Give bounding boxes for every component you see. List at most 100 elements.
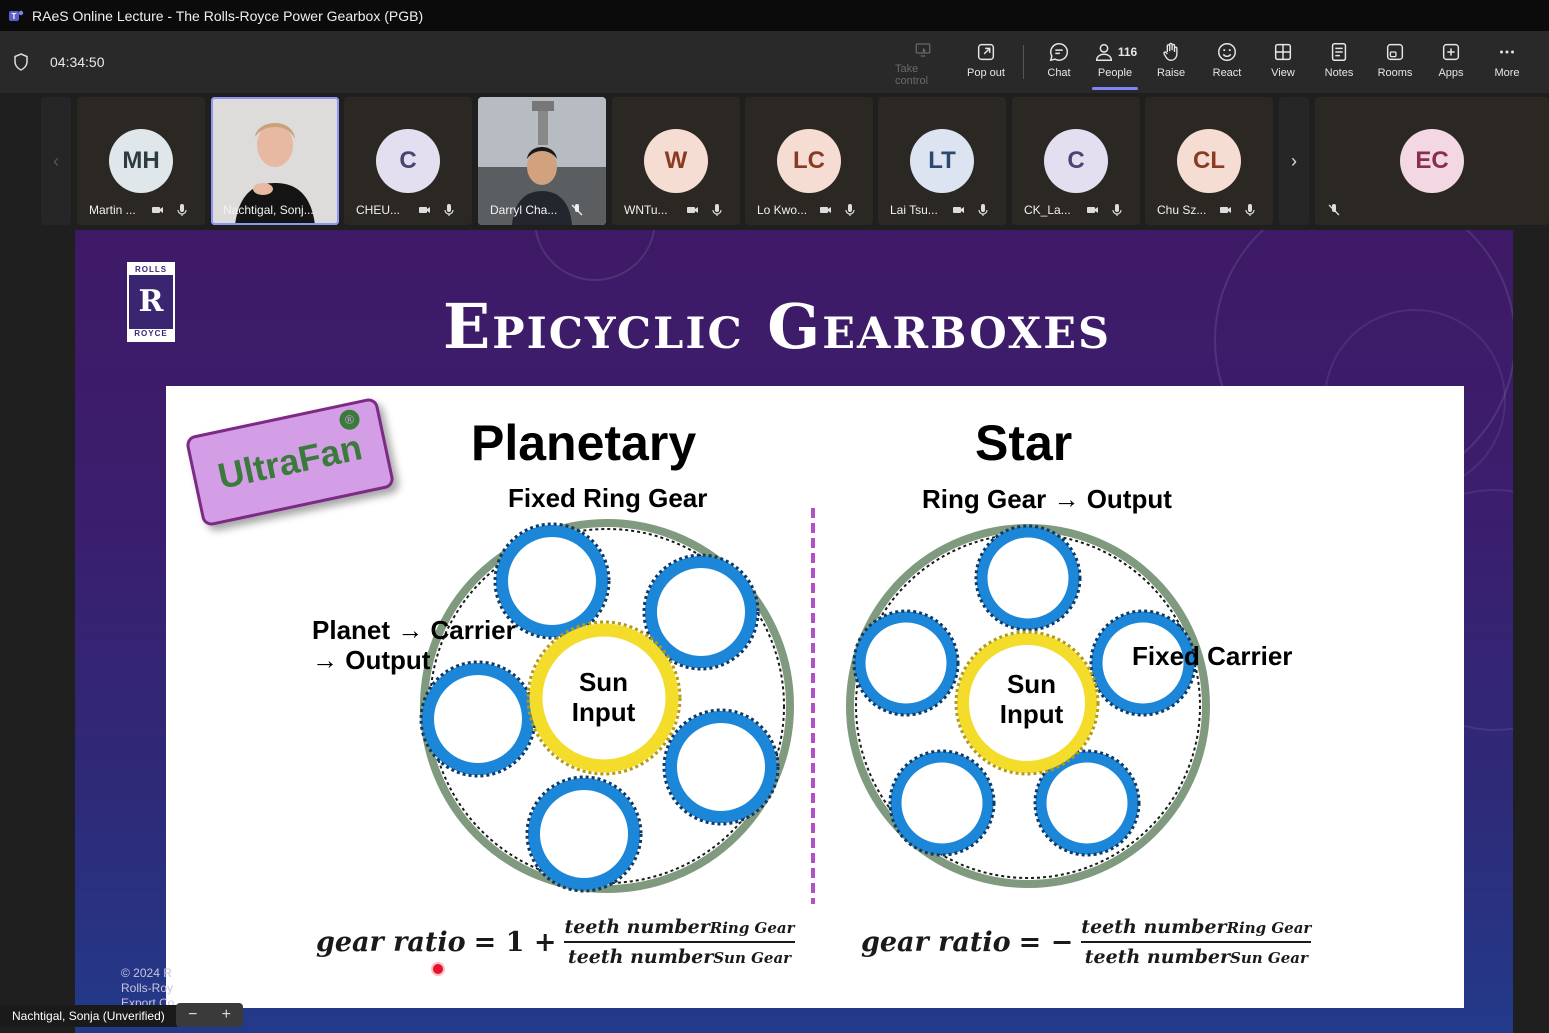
mic-icon xyxy=(1112,204,1122,216)
apps-icon xyxy=(1442,43,1460,61)
star-planet-gear xyxy=(888,749,996,857)
laser-pointer xyxy=(433,964,443,974)
meeting-toolbar: 04:34:50 Take control Pop out Chat 116 P… xyxy=(0,31,1549,93)
rooms-icon xyxy=(1386,43,1404,61)
star-planet-gear xyxy=(852,609,960,717)
react-button[interactable]: React xyxy=(1199,41,1255,87)
fixed-ring-gear-label: Fixed Ring Gear xyxy=(508,483,708,513)
presenter-name-label: Nachtigal, Sonja (Unverified) xyxy=(0,1005,177,1027)
participant-tile[interactable]: LC Lo Kwo... xyxy=(745,97,873,225)
apps-button[interactable]: Apps xyxy=(1423,41,1479,87)
notes-button[interactable]: Notes xyxy=(1311,41,1367,87)
mic-icon xyxy=(845,204,855,216)
raise-hand-icon xyxy=(1163,42,1178,61)
strip-prev-button[interactable]: ‹ xyxy=(41,97,71,225)
planet-carrier-output-label: Planet → Carrier → Output xyxy=(312,615,516,675)
participant-tile[interactable]: MH Martin ... xyxy=(77,97,205,225)
take-control-button[interactable]: Take control xyxy=(895,41,951,87)
slide-title: Epicyclic Gearboxes xyxy=(443,290,1112,363)
participant-tile-video[interactable]: Nachtigal, Sonj... xyxy=(211,97,339,225)
rolls-royce-logo-bottom: ROYCE xyxy=(134,329,168,338)
avatar: LC xyxy=(777,129,841,193)
camera-off-icon xyxy=(1220,207,1231,213)
pop-out-icon xyxy=(977,43,995,61)
star-heading: Star xyxy=(975,415,1073,471)
rooms-button[interactable]: Rooms xyxy=(1367,41,1423,87)
avatar: C xyxy=(376,129,440,193)
more-button[interactable]: More xyxy=(1479,41,1535,87)
planetary-sun-input-label: Sun Input xyxy=(571,667,636,727)
avatar: W xyxy=(644,129,708,193)
participant-name: Nachtigal, Sonj... xyxy=(223,203,313,217)
shield-icon[interactable] xyxy=(13,53,29,71)
mic-icon xyxy=(444,204,454,216)
fixed-carrier-label: Fixed Carrier xyxy=(1132,641,1293,671)
star-sun-input-label: Sun Input xyxy=(999,669,1064,729)
diagram-divider xyxy=(811,508,815,904)
participant-name: CK_La... xyxy=(1024,203,1071,217)
star-gear-ratio-formula: gear ratio = − teeth numberRing Gear tee… xyxy=(861,916,1312,968)
participant-name: Martin ... xyxy=(89,203,136,217)
take-control-icon xyxy=(915,43,931,57)
mic-icon xyxy=(712,204,722,216)
meeting-timer: 04:34:50 xyxy=(50,54,105,70)
notes-icon xyxy=(1331,43,1347,61)
participant-name: Lai Tsu... xyxy=(890,203,938,217)
avatar: C xyxy=(1044,129,1108,193)
star-planet-gear xyxy=(974,524,1082,632)
strip-next-button[interactable]: › xyxy=(1279,97,1309,225)
more-icon xyxy=(1500,50,1514,54)
avatar: CL xyxy=(1177,129,1241,193)
avatar: MH xyxy=(109,129,173,193)
participant-tile[interactable]: LT Lai Tsu... xyxy=(878,97,1006,225)
react-icon xyxy=(1218,43,1236,61)
mic-off-icon xyxy=(571,204,583,216)
participant-tile-overflow[interactable]: EC xyxy=(1315,97,1549,225)
ultrafan-badge: UltraFan ® xyxy=(184,396,396,528)
participant-name: WNTu... xyxy=(624,203,668,217)
participant-name: Darryl Cha... xyxy=(490,203,558,217)
view-icon xyxy=(1274,43,1292,61)
camera-off-icon xyxy=(1087,207,1098,213)
participant-name: Chu Sz... xyxy=(1157,203,1207,217)
participant-tile[interactable]: W WNTu... xyxy=(612,97,740,225)
mic-icon xyxy=(177,204,187,216)
people-icon xyxy=(1095,43,1112,61)
view-button[interactable]: View xyxy=(1255,41,1311,87)
chevron-right-icon: › xyxy=(1291,150,1297,171)
title-bar: T RAeS Online Lecture - The Rolls-Royce … xyxy=(0,0,1549,31)
toolbar-divider xyxy=(1023,45,1024,79)
participant-tile[interactable]: CL Chu Sz... xyxy=(1145,97,1273,225)
chat-button[interactable]: Chat xyxy=(1031,41,1087,87)
shared-slide: R ROLLS ROYCE Epicyclic Gearboxes UltraF… xyxy=(75,230,1513,1033)
participant-tile-video[interactable]: Darryl Cha... xyxy=(478,97,606,225)
mic-off-icon xyxy=(1328,204,1340,216)
pop-out-button[interactable]: Pop out xyxy=(958,41,1014,87)
camera-off-icon xyxy=(419,207,430,213)
slide-content-panel: UltraFan ® Planetary Star Fixed Ring Gea… xyxy=(166,386,1464,1008)
zoom-out-button[interactable]: − xyxy=(188,1006,197,1024)
planet-gear xyxy=(662,708,780,826)
planet-gear xyxy=(419,660,537,778)
camera-off-icon xyxy=(820,207,831,213)
participant-tile[interactable]: C CK_La... xyxy=(1012,97,1140,225)
camera-off-icon xyxy=(152,207,163,213)
chat-icon xyxy=(1049,43,1069,62)
planet-gear xyxy=(525,775,643,893)
mic-icon xyxy=(1245,204,1255,216)
avatar: LT xyxy=(910,129,974,193)
participant-tile[interactable]: C CHEU... xyxy=(344,97,472,225)
participant-name: CHEU... xyxy=(356,203,401,217)
people-button[interactable]: 116 People xyxy=(1087,41,1143,87)
rolls-royce-logo-top: ROLLS xyxy=(134,265,168,274)
raise-hand-button[interactable]: Raise xyxy=(1143,41,1199,87)
registered-mark: ® xyxy=(337,407,362,432)
people-count: 116 xyxy=(1117,45,1138,59)
teams-logo-icon: T xyxy=(9,10,24,21)
zoom-controls: − + xyxy=(176,1003,243,1027)
svg-text:R: R xyxy=(139,284,165,319)
planetary-heading: Planetary xyxy=(471,415,697,471)
participant-name: Lo Kwo... xyxy=(757,203,808,217)
zoom-in-button[interactable]: + xyxy=(222,1006,231,1024)
ultrafan-badge-text: UltraFan xyxy=(214,426,366,497)
